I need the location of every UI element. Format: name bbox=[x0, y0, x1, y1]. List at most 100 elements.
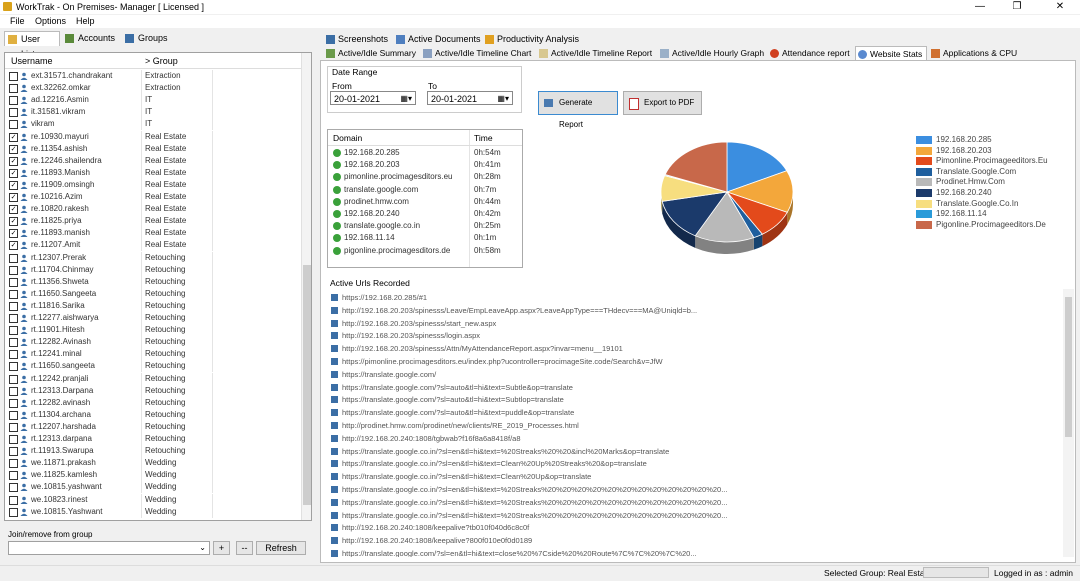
table-row[interactable]: 192.168.11.14 0h:1m bbox=[328, 232, 522, 244]
user-checkbox[interactable]: ✓ bbox=[9, 205, 18, 215]
table-row[interactable]: rt.11650.sangeeta Retouching bbox=[5, 360, 301, 373]
domain-table[interactable]: Domain Time 192.168.20.285 0h:54m 192.168.… bbox=[327, 129, 523, 268]
user-checkbox[interactable]: ✓ bbox=[9, 217, 18, 227]
user-checkbox[interactable] bbox=[9, 265, 18, 275]
user-checkbox[interactable] bbox=[9, 362, 18, 372]
table-row[interactable]: ✓ re.11354.ashish Real Estate bbox=[5, 142, 301, 155]
table-row[interactable]: we.11871.prakash Wedding bbox=[5, 457, 301, 470]
table-row[interactable]: translate.google.com 0h:7m bbox=[328, 184, 522, 196]
user-checkbox[interactable] bbox=[9, 495, 18, 505]
list-item[interactable]: https://translate.google.com/?sl=auto&tl… bbox=[327, 381, 1027, 394]
user-checkbox[interactable] bbox=[9, 350, 18, 360]
user-list[interactable]: Username > Group ext.31571.chandrakant Ex… bbox=[4, 52, 312, 521]
list-item[interactable]: http://192.168.20.240:1808/keepalive?800… bbox=[327, 534, 1027, 547]
list-item[interactable]: https://translate.google.co.in/?sl=en&tl… bbox=[327, 457, 1027, 470]
table-row[interactable]: ✓ re.11207.Amit Real Estate bbox=[5, 239, 301, 252]
table-row[interactable]: we.10815.Yashwant Wedding bbox=[5, 505, 301, 518]
list-item[interactable]: http://prodinet.hmw.com/prodinet/new/cli… bbox=[327, 419, 1027, 432]
table-row[interactable]: it.31581.vikram IT bbox=[5, 106, 301, 119]
calendar-icon[interactable]: ▦▾ bbox=[400, 92, 412, 106]
table-row[interactable]: translate.google.co.in 0h:25m bbox=[328, 220, 522, 232]
urls-scroll-thumb[interactable] bbox=[1065, 297, 1072, 437]
list-item[interactable]: http://192.168.20.240:1808/keepalive?tb0… bbox=[327, 521, 1027, 534]
list-item[interactable]: https://translate.google.co.in/?sl=en&tl… bbox=[327, 483, 1027, 496]
user-checkbox[interactable] bbox=[9, 447, 18, 457]
column-group[interactable]: > Group bbox=[145, 55, 178, 67]
user-checkbox[interactable] bbox=[9, 386, 18, 396]
column-domain[interactable]: Domain bbox=[333, 133, 362, 143]
table-row[interactable]: ✓ re.10216.Azim Real Estate bbox=[5, 191, 301, 203]
generate-report-button[interactable]: Generate Report bbox=[538, 91, 618, 129]
menu-help[interactable]: Help bbox=[76, 15, 95, 28]
list-item[interactable]: https://translate.google.co.in/?sl=en&tl… bbox=[327, 509, 1027, 522]
user-checkbox[interactable] bbox=[9, 507, 18, 517]
refresh-button[interactable]: Refresh bbox=[256, 541, 306, 555]
user-checkbox[interactable] bbox=[9, 471, 18, 481]
from-date-picker[interactable]: 20-01-2021 ▦▾ bbox=[330, 91, 416, 105]
table-row[interactable]: rt.11913.Swarupa Retouching bbox=[5, 445, 301, 458]
table-row[interactable]: rt.12242.pranjali Retouching bbox=[5, 372, 301, 385]
list-item[interactable]: http://192.168.20.203/spinesss/login.asp… bbox=[327, 329, 1027, 342]
table-row[interactable]: we.10815.yashwant Wedding bbox=[5, 481, 301, 494]
tab-user-list[interactable]: User List bbox=[4, 31, 60, 59]
table-row[interactable]: ✓ re.11825.priya Real Estate bbox=[5, 215, 301, 228]
user-checkbox[interactable] bbox=[9, 314, 18, 323]
list-item[interactable]: https://translate.google.com/?sl=auto&tl… bbox=[327, 406, 1027, 419]
user-checkbox[interactable] bbox=[9, 398, 18, 408]
user-checkbox[interactable] bbox=[9, 120, 18, 130]
tab-timeline-report[interactable]: Active/Idle Timeline Report bbox=[537, 46, 656, 61]
close-button[interactable]: ✕ bbox=[1046, 0, 1074, 14]
column-time[interactable]: Time bbox=[474, 133, 493, 143]
list-item[interactable]: http://192.168.20.203/spinesss/Leave/Emp… bbox=[327, 304, 1027, 317]
user-checkbox[interactable]: ✓ bbox=[9, 193, 18, 202]
user-checkbox[interactable]: ✓ bbox=[9, 180, 18, 190]
table-row[interactable]: rt.12307.Prerak Retouching bbox=[5, 251, 301, 264]
user-checkbox[interactable]: ✓ bbox=[9, 168, 18, 178]
list-item[interactable]: https://translate.google.co.in/?sl=en&tl… bbox=[327, 445, 1027, 458]
tab-productivity-analysis[interactable]: Productivity Analysis bbox=[483, 33, 579, 46]
tab-active-documents[interactable]: Active Documents bbox=[394, 33, 481, 46]
list-item[interactable]: https://translate.google.co.in/?sl=en&tl… bbox=[327, 496, 1027, 509]
tab-screenshots[interactable]: Screenshots bbox=[324, 33, 388, 46]
user-checkbox[interactable] bbox=[9, 108, 18, 118]
column-username[interactable]: Username bbox=[11, 55, 53, 67]
calendar-icon[interactable]: ▦▾ bbox=[497, 92, 509, 106]
table-row[interactable]: ✓ re.12246.shailendra Real Estate bbox=[5, 154, 301, 167]
user-checkbox[interactable] bbox=[9, 338, 18, 348]
tab-timeline-chart[interactable]: Active/Idle Timeline Chart bbox=[421, 46, 535, 61]
user-checkbox[interactable] bbox=[9, 410, 18, 420]
user-list-scroll-thumb[interactable] bbox=[303, 265, 311, 505]
active-urls-list[interactable]: https://192.168.20.285/#1 http://192.168.… bbox=[327, 289, 1062, 557]
user-checkbox[interactable] bbox=[9, 374, 18, 384]
table-row[interactable]: ✓ re.10820.rakesh Real Estate bbox=[5, 203, 301, 216]
list-item[interactable]: http://192.168.20.203/spinesss/Attn/MyAt… bbox=[327, 342, 1027, 355]
table-row[interactable]: 192.168.20.240 0h:42m bbox=[328, 208, 522, 220]
maximize-button[interactable]: ❐ bbox=[1003, 0, 1031, 14]
user-checkbox[interactable] bbox=[9, 483, 18, 493]
user-checkbox[interactable] bbox=[9, 72, 18, 81]
list-item[interactable]: http://192.168.20.203/spinesss/start_new… bbox=[327, 317, 1027, 330]
tab-hourly-graph[interactable]: Active/Idle Hourly Graph bbox=[658, 46, 768, 61]
tab-active-idle-summary[interactable]: Active/Idle Summary bbox=[324, 46, 420, 61]
table-row[interactable]: pigonline.procimagesditors.de 0h:58m bbox=[328, 245, 522, 257]
table-row[interactable]: ✓ re.11909.omsingh Real Estate bbox=[5, 178, 301, 191]
table-row[interactable]: pimonline.procimagesditors.eu 0h:28m bbox=[328, 171, 522, 183]
table-row[interactable]: ✓ re.11893.manish Real Estate bbox=[5, 227, 301, 240]
table-row[interactable]: ext.32262.omkar Extraction bbox=[5, 82, 301, 95]
table-row[interactable]: ✓ re.11893.Manish Real Estate bbox=[5, 166, 301, 179]
group-select[interactable]: ⌄ bbox=[8, 541, 210, 555]
tab-website-stats[interactable]: Website Stats bbox=[855, 46, 928, 61]
user-checkbox[interactable]: ✓ bbox=[9, 144, 18, 154]
join-group-button[interactable]: + bbox=[213, 541, 230, 555]
table-row[interactable]: rt.11704.Chinmay Retouching bbox=[5, 263, 301, 276]
user-checkbox[interactable] bbox=[9, 326, 18, 336]
user-checkbox[interactable] bbox=[9, 459, 18, 469]
table-row[interactable]: rt.12282.Avinash Retouching bbox=[5, 336, 301, 349]
table-row[interactable]: vikram IT bbox=[5, 118, 301, 131]
user-checkbox[interactable]: ✓ bbox=[9, 156, 18, 166]
user-checkbox[interactable] bbox=[9, 301, 18, 311]
table-row[interactable]: rt.12282.avinash Retouching bbox=[5, 396, 301, 409]
user-checkbox[interactable]: ✓ bbox=[9, 229, 18, 239]
table-row[interactable]: rt.12313.darpana Retouching bbox=[5, 433, 301, 445]
export-pdf-button[interactable]: Export to PDF bbox=[623, 91, 702, 115]
